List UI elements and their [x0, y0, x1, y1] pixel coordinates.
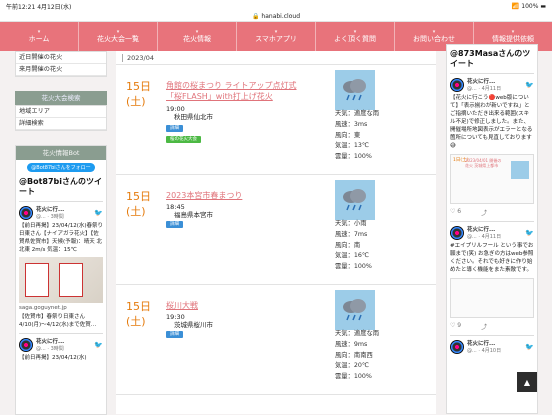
- like-button[interactable]: ♡ 9: [450, 322, 461, 331]
- event-card: 15日 (土) 桜川大戦 19:30 茨城県桜川市 詳細 天気：適度な雨 風速：9m…: [116, 285, 436, 395]
- follow-button[interactable]: @Bot87biさんをフォロー: [27, 163, 95, 172]
- rain-cloud-icon: [335, 290, 375, 330]
- avatar: [450, 340, 464, 354]
- rain-cloud-icon: [335, 180, 375, 220]
- detail-button[interactable]: 詳細: [166, 221, 183, 228]
- divider: [19, 333, 103, 334]
- tweet-text: 【前日再掲】23/04/12(水): [19, 355, 87, 361]
- event-place: 茨城県桜川市: [174, 321, 213, 329]
- detail-button[interactable]: 詳細: [166, 125, 183, 132]
- tweet-feed-title: @Bot87biさんのツイート: [19, 177, 103, 196]
- tweet-author[interactable]: 花火に行... @... · 4月11日 🐦: [450, 226, 534, 240]
- category-badge[interactable]: 桜の花火大会: [166, 136, 201, 143]
- status-battery: 📶 100% ▬: [511, 2, 546, 10]
- share-icon[interactable]: ⤴: [481, 208, 487, 217]
- twitter-bird-icon: 🐦: [525, 81, 534, 89]
- tweet-text: 【前日再掲】23/04/12(水)春祭り日東さん【ナイアガラ花火】【佐賀県佐賀市…: [19, 223, 103, 253]
- avatar: [450, 226, 464, 240]
- tweet-link-text: 【佐賀市】春祭り日東さん 4/10(月)～4/12(水)まで佐賀…: [19, 314, 97, 328]
- address-bar[interactable]: 🔒 hanabi.cloud: [0, 12, 552, 22]
- event-time: 18:45: [166, 203, 185, 211]
- weather-info: 天気：適度な雨 風速：9ms 風向：南南西 気温：20℃ 雲量：100%: [335, 330, 380, 381]
- twitter-bird-icon: 🐦: [94, 209, 103, 217]
- event-time: 19:30: [166, 313, 185, 321]
- nav-faq[interactable]: ▾ よく頂く質問: [316, 22, 395, 51]
- status-time: 午前12:21 4月12日(水): [6, 3, 72, 11]
- nav-fireworks-info[interactable]: ▾ 花火情報: [158, 22, 237, 51]
- tweet-text: #エイプリルフール という事でお願まで(笑) お急ぎの方はweb参照ください。そ…: [450, 243, 534, 273]
- lock-icon: 🔒: [252, 13, 260, 20]
- weather-info: 天気：適度な雨 風速：3ms 風向：東 気温：13℃ 雲量：100%: [335, 110, 380, 161]
- url-text: hanabi.cloud: [261, 13, 300, 20]
- event-place: 福島県本宮市: [174, 211, 213, 219]
- nav-home[interactable]: ▾ ホーム: [0, 22, 79, 51]
- poster-image: [59, 263, 83, 297]
- tweet-actions: ♡ 9 ⤴: [450, 322, 534, 331]
- tweet-author[interactable]: 花火に行... @... · 3時間 🐦: [19, 206, 103, 220]
- event-date: 15日 (土): [126, 300, 151, 328]
- status-bar: 午前12:21 4月12日(水) 📶 100% ▬: [0, 0, 552, 12]
- poster-image: [25, 263, 49, 297]
- event-title-link[interactable]: 角館の桜まつり ライトアップ点灯式「桜FLASH」with打上げ花火: [166, 80, 306, 102]
- event-card: 15日 (土) 角館の桜まつり ライトアップ点灯式「桜FLASH」with打上げ花…: [116, 65, 436, 175]
- tweet-image[interactable]: 1日(土) 2023/04/01 開催の花火 茨城県上都市: [450, 154, 534, 204]
- divider: [19, 201, 103, 202]
- search-heading: 花火大会検索: [15, 91, 107, 105]
- right-sidebar: @873Masaさんのツイート 花火に行... @... · 4月11日 🐦 【…: [446, 44, 538, 414]
- event-title-link[interactable]: 桜川大戦: [166, 300, 306, 311]
- divider: [450, 73, 534, 74]
- tweet-image[interactable]: [19, 257, 103, 303]
- chevron-down-icon: ▾: [432, 29, 436, 35]
- tweet-author[interactable]: 花火に行... @... · 4月11日 🐦: [450, 78, 534, 92]
- tweet-image[interactable]: [450, 278, 534, 318]
- tweet-text: 【花火に行こう🔴web版について】「表示揃わが新いですね」とご指摘いただき出来る…: [450, 95, 533, 149]
- like-button[interactable]: ♡ 6: [450, 208, 461, 217]
- bot-widget: 花火情報Bot @Bot87biさんをフォロー @Bot87biさんのツイート …: [15, 145, 107, 415]
- bot-heading: 花火情報Bot: [16, 146, 106, 160]
- event-time: 19:00: [166, 105, 185, 113]
- period-links: 近日開催の花火 来月開催の花火: [15, 51, 107, 77]
- event-place: 秋田県仙北市: [174, 113, 213, 121]
- left-sidebar: 近日開催の花火 来月開催の花火 花火大会検索 地域エリア 詳細検索 花火情報Bo…: [15, 51, 107, 415]
- divider: [450, 335, 534, 336]
- link-next-month[interactable]: 来月開催の花火: [16, 64, 106, 76]
- link-region-area[interactable]: 地域エリア: [16, 106, 106, 118]
- nav-event-list[interactable]: ▾ 花火大会一覧: [79, 22, 158, 51]
- event-date: 15日 (土): [126, 80, 151, 108]
- tweet-feed-title: @873Masaさんのツイート: [450, 49, 531, 68]
- divider: [450, 221, 534, 222]
- tweet-author[interactable]: 花火に行... @... · 4月10日 🐦: [450, 340, 534, 354]
- event-date: 15日 (土): [126, 190, 151, 218]
- tweet-link[interactable]: saga.goguynet.jp: [19, 305, 103, 311]
- rain-cloud-icon: [335, 70, 375, 110]
- avatar: [19, 206, 33, 220]
- tweet-actions: ♡ 6 ⤴: [450, 208, 534, 217]
- chevron-down-icon: ▾: [274, 29, 278, 35]
- chevron-down-icon: ▾: [511, 29, 515, 35]
- event-list: 2023/04 15日 (土) 角館の桜まつり ライトアップ点灯式「桜FLASH」…: [116, 51, 436, 414]
- tweet-author[interactable]: 花火に行... @... · 3時間 🐦: [19, 338, 103, 352]
- twitter-bird-icon: 🐦: [94, 341, 103, 349]
- twitter-bird-icon: 🐦: [525, 229, 534, 237]
- scroll-to-top-button[interactable]: ▲: [517, 372, 537, 392]
- detail-button[interactable]: 詳細: [166, 331, 183, 338]
- rain-cloud-icon: [511, 161, 529, 179]
- chevron-down-icon: ▾: [195, 29, 199, 35]
- arrow-up-icon: ▲: [523, 377, 531, 387]
- avatar: [19, 338, 33, 352]
- nav-smartphone-app[interactable]: ▾ スマホアプリ: [237, 22, 316, 51]
- month-header: 2023/04: [116, 51, 436, 65]
- share-icon[interactable]: ⤴: [481, 322, 487, 331]
- link-detailed-search[interactable]: 詳細検索: [16, 118, 106, 130]
- chevron-down-icon: ▾: [353, 29, 357, 35]
- chevron-down-icon: ▾: [37, 29, 41, 35]
- event-title-link[interactable]: 2023本宮市春まつり: [166, 190, 306, 201]
- weather-info: 天気：小雨 風速：7ms 風向：南 気温：16℃ 雲量：100%: [335, 220, 372, 271]
- chevron-down-icon: ▾: [116, 29, 120, 35]
- link-upcoming[interactable]: 近日開催の花火: [16, 52, 106, 64]
- event-card: 15日 (土) 2023本宮市春まつり 18:45 福島県本宮市 詳細 天気：小雨…: [116, 175, 436, 285]
- avatar: [450, 78, 464, 92]
- twitter-bird-icon: 🐦: [525, 343, 534, 351]
- search-links: 地域エリア 詳細検索: [15, 105, 107, 131]
